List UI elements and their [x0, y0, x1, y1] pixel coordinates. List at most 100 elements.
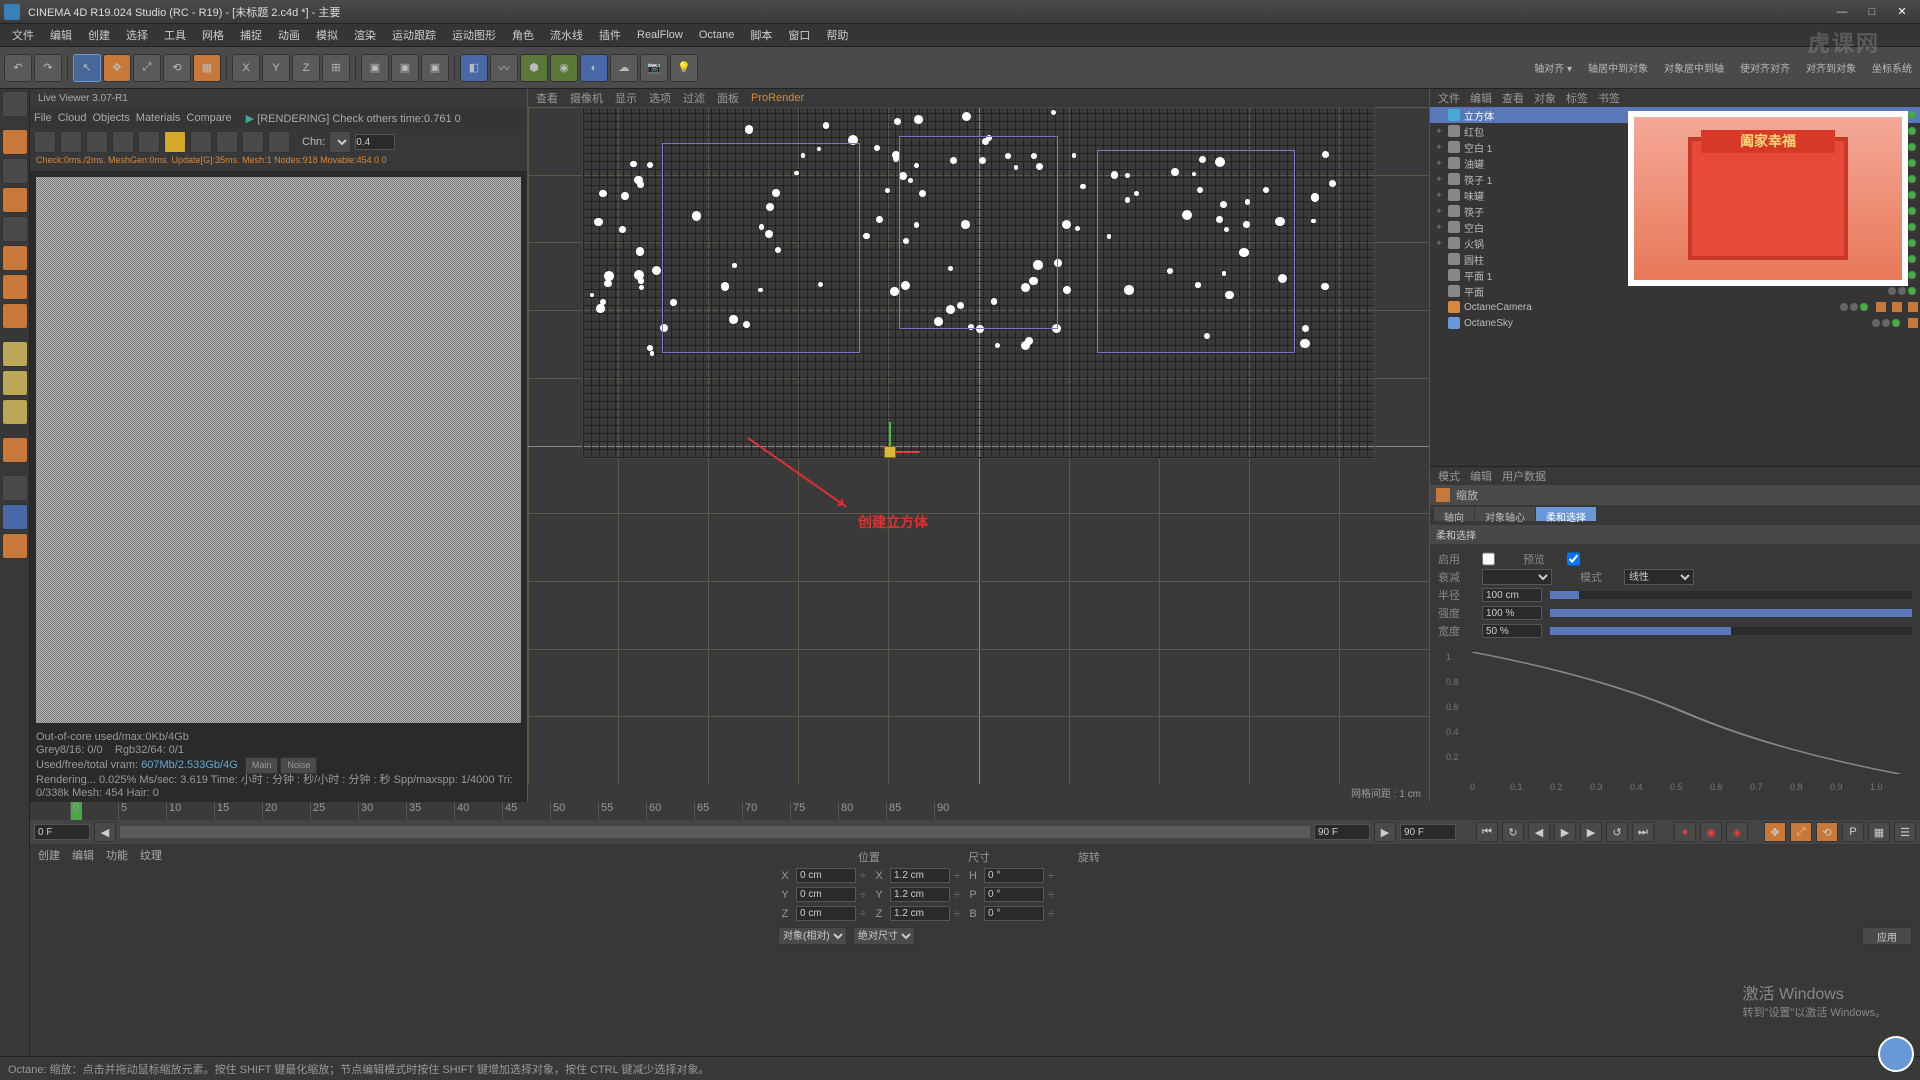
- radius-input[interactable]: [1482, 588, 1542, 602]
- size-Y-input[interactable]: [890, 887, 950, 902]
- om-tab-0[interactable]: 文件: [1438, 90, 1460, 106]
- uv-polys-button[interactable]: [2, 303, 28, 329]
- width-slider[interactable]: [1550, 627, 1912, 635]
- coord-size-select[interactable]: 绝对尺寸: [853, 927, 915, 945]
- lv-tab-noise[interactable]: Noise: [280, 757, 317, 774]
- range-start-button[interactable]: ◀: [94, 822, 116, 842]
- key-opts-button[interactable]: ☰: [1894, 822, 1916, 842]
- last-tool[interactable]: ▦: [193, 54, 221, 82]
- snap-轴对齐 ▾[interactable]: 轴对齐 ▾: [1530, 60, 1576, 75]
- rot-P-input[interactable]: [984, 887, 1044, 902]
- lv-materials[interactable]: Materials: [136, 112, 181, 124]
- mat-tab-3[interactable]: 纹理: [140, 847, 162, 863]
- size-Z-input[interactable]: [890, 906, 950, 921]
- om-tab-1[interactable]: 编辑: [1470, 90, 1492, 106]
- axis-mode-button[interactable]: [2, 437, 28, 463]
- om-tab-4[interactable]: 标签: [1566, 90, 1588, 106]
- menu-网格[interactable]: 网格: [194, 24, 232, 46]
- record-button[interactable]: ●: [1674, 822, 1696, 842]
- x-axis-button[interactable]: X: [232, 54, 260, 82]
- mode-select[interactable]: 线性: [1624, 569, 1694, 585]
- vp-tab-4[interactable]: 过滤: [683, 90, 705, 106]
- lv-cloud[interactable]: Cloud: [58, 112, 87, 124]
- menu-窗口[interactable]: 窗口: [780, 24, 818, 46]
- lv-clay-icon[interactable]: [190, 131, 212, 153]
- attr-tab-objaxis[interactable]: 对象轴心: [1475, 507, 1535, 521]
- transform-gizmo[interactable]: [870, 432, 910, 472]
- points-mode-button[interactable]: [2, 341, 28, 367]
- next-frame-button[interactable]: ▶: [1580, 822, 1602, 842]
- viewport-solo-button[interactable]: [2, 475, 28, 501]
- spline-button[interactable]: 〰: [490, 54, 518, 82]
- lv-stop-icon[interactable]: [112, 131, 134, 153]
- lv-render-image[interactable]: [36, 177, 521, 723]
- vp-tab-0[interactable]: 查看: [536, 90, 558, 106]
- animation-mode-button[interactable]: [2, 245, 28, 271]
- lv-pick-icon[interactable]: [268, 131, 290, 153]
- lv-region-icon[interactable]: [216, 131, 238, 153]
- vp-tab-6[interactable]: ProRender: [751, 92, 804, 104]
- z-axis-button[interactable]: Z: [292, 54, 320, 82]
- attr-menu-0[interactable]: 模式: [1438, 468, 1460, 484]
- menu-工具[interactable]: 工具: [156, 24, 194, 46]
- lv-exposure-input[interactable]: [355, 134, 395, 150]
- prev-frame-button[interactable]: ◀: [1528, 822, 1550, 842]
- om-tab-3[interactable]: 对象: [1534, 90, 1556, 106]
- coord-mode-select[interactable]: 对象(相对): [778, 927, 847, 945]
- keyframe-button[interactable]: ◈: [1726, 822, 1748, 842]
- y-axis-button[interactable]: Y: [262, 54, 290, 82]
- key-pos-button[interactable]: ✥: [1764, 822, 1786, 842]
- snap-坐标系统[interactable]: 坐标系统: [1868, 60, 1916, 75]
- lv-focus-icon[interactable]: [242, 131, 264, 153]
- vp-tab-1[interactable]: 摄像机: [570, 90, 603, 106]
- total-frames-input[interactable]: [1400, 824, 1456, 840]
- coord-system-button[interactable]: ⊞: [322, 54, 350, 82]
- snap-对象居中到轴[interactable]: 对象居中到轴: [1660, 60, 1728, 75]
- pos-X-input[interactable]: [796, 868, 856, 883]
- snap-轴居中到对象[interactable]: 轴居中到对象: [1584, 60, 1652, 75]
- enable-checkbox[interactable]: [1482, 552, 1495, 566]
- lv-compare[interactable]: Compare: [186, 112, 231, 124]
- menu-动画[interactable]: 动画: [270, 24, 308, 46]
- move-tool[interactable]: ✥: [103, 54, 131, 82]
- rotate-tool[interactable]: ⟲: [163, 54, 191, 82]
- preview-checkbox[interactable]: [1567, 552, 1580, 566]
- menu-创建[interactable]: 创建: [80, 24, 118, 46]
- key-rot-button[interactable]: ⟲: [1816, 822, 1838, 842]
- radius-slider[interactable]: [1550, 591, 1912, 599]
- scale-tool[interactable]: ⤢: [133, 54, 161, 82]
- workplane-mode-button[interactable]: [2, 187, 28, 213]
- om-tab-2[interactable]: 查看: [1502, 90, 1524, 106]
- rot-H-input[interactable]: [984, 868, 1044, 883]
- lv-channel-select[interactable]: PT: [329, 131, 351, 153]
- redo-button[interactable]: ↷: [34, 54, 62, 82]
- attr-menu-1[interactable]: 编辑: [1470, 468, 1492, 484]
- camera-button[interactable]: 📷: [640, 54, 668, 82]
- attr-tab-softsel[interactable]: 柔和选择: [1536, 507, 1596, 521]
- deformer-button[interactable]: ◐: [580, 54, 608, 82]
- object-mode-button[interactable]: [2, 216, 28, 242]
- play-forward-button[interactable]: ↺: [1606, 822, 1628, 842]
- menu-RealFlow[interactable]: RealFlow: [629, 26, 691, 44]
- minimize-button[interactable]: —: [1828, 3, 1856, 21]
- light-button[interactable]: 💡: [670, 54, 698, 82]
- close-button[interactable]: ✕: [1888, 3, 1916, 21]
- mat-tab-2[interactable]: 功能: [106, 847, 128, 863]
- menu-角色[interactable]: 角色: [504, 24, 542, 46]
- lv-lock-icon[interactable]: [164, 131, 186, 153]
- primitive-button[interactable]: ◧: [460, 54, 488, 82]
- menu-模拟[interactable]: 模拟: [308, 24, 346, 46]
- menu-选择[interactable]: 选择: [118, 24, 156, 46]
- environment-button[interactable]: ☁: [610, 54, 638, 82]
- lv-tab-main[interactable]: Main: [245, 757, 279, 774]
- viewport-canvas[interactable]: 创建立方体: [528, 107, 1429, 784]
- select-tool[interactable]: ↖: [73, 54, 101, 82]
- key-pla-button[interactable]: ▦: [1868, 822, 1890, 842]
- lv-objects[interactable]: Objects: [92, 112, 129, 124]
- strength-slider[interactable]: [1550, 609, 1912, 617]
- menu-捕捉[interactable]: 捕捉: [232, 24, 270, 46]
- key-param-button[interactable]: P: [1842, 822, 1864, 842]
- edges-mode-button[interactable]: [2, 370, 28, 396]
- strength-input[interactable]: [1482, 606, 1542, 620]
- render-view-button[interactable]: ▣: [361, 54, 389, 82]
